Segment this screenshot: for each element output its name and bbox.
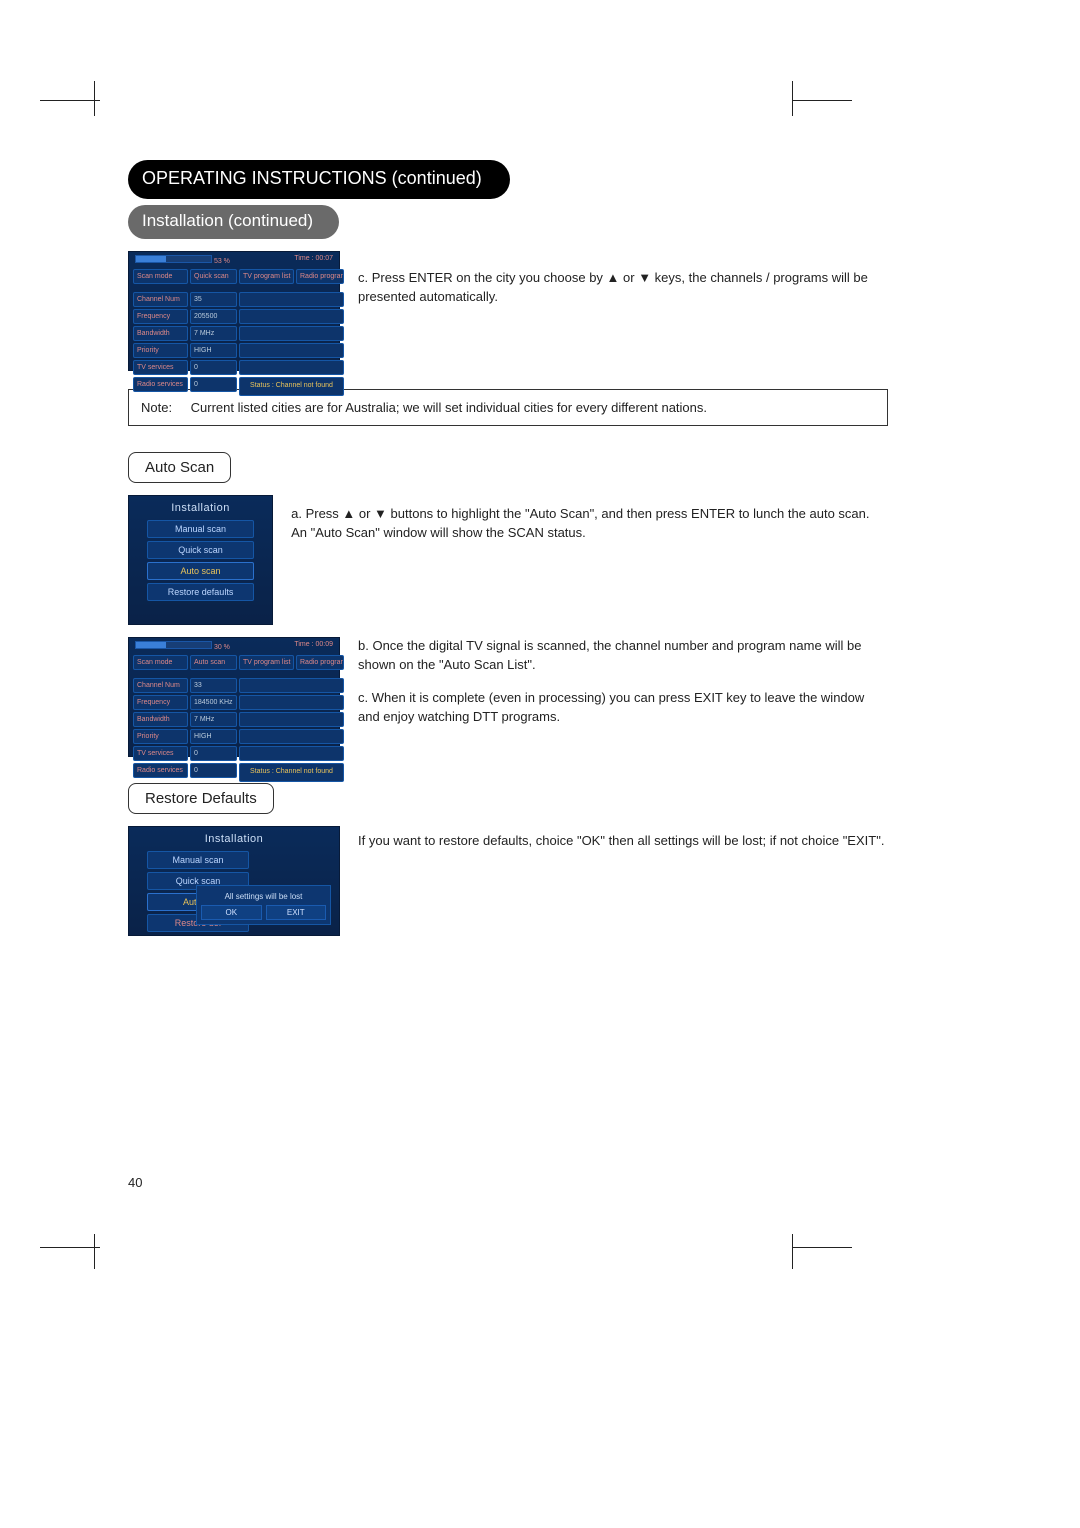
auto-scan-heading: Auto Scan	[128, 452, 231, 483]
auto-scan-step-a: a. Press ▲ or ▼ buttons to highlight the…	[291, 505, 888, 549]
page-title-sub: Installation (continued)	[128, 205, 339, 239]
dialog-ok-button: OK	[201, 905, 262, 920]
dialog-exit-button: EXIT	[266, 905, 327, 920]
quick-scan-screenshot: 53 % Time : 00:07 Scan mode Quick scan T…	[128, 251, 340, 371]
step-c-quickscan: c. Press ENTER on the city you choose by…	[358, 269, 888, 313]
page-number: 40	[128, 1175, 142, 1190]
auto-scan-steps-bc: b. Once the digital TV signal is scanned…	[358, 637, 888, 732]
restore-defaults-heading: Restore Defaults	[128, 783, 274, 814]
restore-defaults-text: If you want to restore defaults, choice …	[358, 832, 884, 857]
restore-defaults-screenshot: Installation Manual scan Quick scan Auto…	[128, 826, 340, 936]
page-title-main: OPERATING INSTRUCTIONS (continued)	[128, 160, 510, 199]
installation-menu-screenshot: Installation Manual scan Quick scan Auto…	[128, 495, 273, 625]
auto-scan-progress-screenshot: 30 % Time : 00:09 Scan mode Auto scan TV…	[128, 637, 340, 757]
